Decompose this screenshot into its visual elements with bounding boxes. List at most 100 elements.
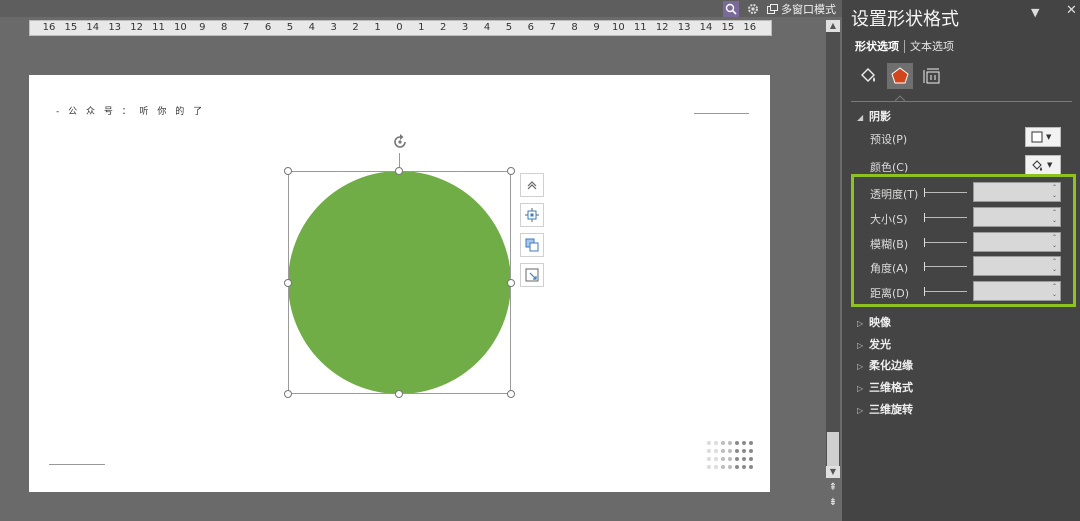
resize-handle-top-right[interactable]	[507, 167, 515, 175]
ruler-tick: 3	[461, 22, 469, 33]
decor-dot	[749, 465, 753, 469]
resize-handle-left[interactable]	[284, 279, 292, 287]
selected-tab-caret-icon	[895, 95, 905, 101]
section-label: 三维格式	[869, 381, 913, 395]
decor-dot	[749, 449, 753, 453]
section-label: 柔化边缘	[869, 359, 913, 373]
section-collapsed[interactable]: ▷ 柔化边缘	[857, 357, 913, 373]
multiwindow-button[interactable]: 多窗口模式	[767, 1, 836, 17]
ruler-tick: 13	[677, 22, 691, 33]
collapsed-triangle-icon: ▷	[857, 319, 864, 328]
scroll-up-icon[interactable]: ▲	[826, 20, 840, 32]
ruler-tick: 6	[527, 22, 534, 33]
zoom-icon[interactable]	[723, 0, 739, 17]
chevron-down-icon: ▼	[1046, 133, 1052, 141]
prev-slide-icon[interactable]: ⇞	[826, 482, 840, 494]
ruler-tick: 2	[352, 22, 359, 33]
decor-dot	[742, 465, 746, 469]
slide-canvas[interactable]: - 公 众 号 ： 听 你 的 了	[29, 75, 770, 492]
selection-box	[288, 171, 511, 394]
decor-dot	[714, 457, 718, 461]
decor-dot	[714, 441, 718, 445]
decor-dot	[707, 449, 711, 453]
scroll-down-icon[interactable]: ▼	[826, 466, 840, 478]
resize-handle-bottom-right[interactable]	[507, 390, 515, 398]
decor-dot	[728, 457, 732, 461]
ruler-tick: 8	[221, 22, 228, 33]
pane-tabs: 形状选项 文本选项	[855, 38, 954, 54]
decor-dot	[707, 465, 711, 469]
arrange-shapes-icon[interactable]	[520, 233, 544, 257]
resize-handle-right[interactable]	[507, 279, 515, 287]
decor-dot	[749, 457, 753, 461]
decor-dot	[742, 449, 746, 453]
multiwindow-label: 多窗口模式	[781, 2, 836, 16]
preset-label: 预设(P)	[870, 133, 908, 146]
effects-pentagon-icon[interactable]	[887, 63, 913, 89]
tab-separator	[904, 39, 905, 53]
resize-handle-bottom-left[interactable]	[284, 390, 292, 398]
tab-shape-options[interactable]: 形状选项	[855, 38, 899, 54]
scroll-thumb[interactable]	[827, 432, 839, 470]
section-collapsed[interactable]: ▷ 三维旋转	[857, 401, 913, 417]
decor-dot	[728, 441, 732, 445]
resize-handle-top-left[interactable]	[284, 167, 292, 175]
section-shadow[interactable]: ◢ 阴影	[857, 108, 891, 124]
color-label: 颜色(C)	[870, 161, 909, 174]
horizontal-ruler[interactable]: 16 15 14 13 12 11 10 9 8 7 6 5 4 3 2 1 0 1 2 3 4 5 6 7 8 9 10 11 12 1…	[29, 20, 772, 36]
ruler-tick: 10	[612, 22, 625, 33]
section-collapsed[interactable]: ▷ 发光	[857, 336, 891, 352]
decor-dot	[742, 457, 746, 461]
section-label: 三维旋转	[869, 402, 913, 416]
collapsed-triangle-icon: ▷	[857, 405, 864, 415]
ruler-tick: 6	[264, 22, 272, 33]
chevron-down-icon: ▼	[1047, 161, 1053, 169]
rotate-handle-icon[interactable]	[390, 132, 410, 152]
ruler-tick: 3	[330, 22, 337, 33]
decor-dot	[728, 465, 732, 469]
decor-dot	[735, 441, 739, 445]
crop-frame-icon[interactable]	[520, 203, 544, 227]
decor-dot	[721, 457, 725, 461]
ruler-tick: 0	[396, 22, 403, 33]
color-dropdown[interactable]: ▼	[1025, 155, 1061, 175]
slide-source-text: - 公 众 号 ： 听 你 的 了	[56, 107, 206, 117]
next-slide-icon[interactable]: ⇟	[826, 497, 840, 509]
decor-dot	[707, 457, 711, 461]
window-icon	[767, 3, 778, 14]
category-tabs	[855, 63, 945, 89]
ruler-tick: 1	[418, 22, 425, 33]
ruler-tick: 16	[42, 22, 56, 33]
decor-dot	[742, 441, 746, 445]
size-properties-icon[interactable]	[919, 63, 945, 89]
decor-line-top-right	[694, 113, 749, 114]
ruler-tick: 13	[108, 22, 122, 33]
section-collapsed[interactable]: ▷ 映像	[857, 314, 891, 330]
decor-dot	[735, 457, 739, 461]
ruler-tick: 11	[152, 22, 165, 33]
decor-dot	[714, 449, 718, 453]
preset-swatch-icon	[1031, 131, 1043, 143]
section-collapsed[interactable]: ▷ 三维格式	[857, 379, 913, 395]
collapsed-triangle-icon: ▷	[857, 362, 864, 372]
preset-dropdown[interactable]: ▼	[1025, 127, 1061, 147]
ruler-tick: 14	[86, 22, 100, 33]
ruler-tick: 7	[242, 22, 250, 33]
close-icon[interactable]: ✕	[1066, 3, 1077, 18]
top-strip: 多窗口模式	[0, 0, 842, 17]
collapsed-triangle-icon: ▷	[857, 384, 864, 394]
vertical-scrollbar[interactable]: ▲ ▼	[826, 20, 840, 478]
tab-text-options[interactable]: 文本选项	[910, 38, 954, 54]
expand-shape-icon[interactable]	[520, 263, 544, 287]
ruler-tick: 10	[174, 22, 187, 33]
ruler-tick: 9	[199, 22, 206, 33]
decor-dot	[714, 465, 718, 469]
fill-line-icon[interactable]	[855, 63, 881, 89]
resize-handle-bottom[interactable]	[395, 390, 403, 398]
gear-icon[interactable]	[745, 1, 761, 17]
resize-handle-top[interactable]	[395, 167, 403, 175]
layer-up-icon[interactable]	[520, 173, 544, 197]
decor-dot	[707, 441, 711, 445]
pane-title: 设置形状格式	[851, 9, 959, 30]
pane-menu-icon[interactable]: ▼	[1031, 6, 1039, 19]
